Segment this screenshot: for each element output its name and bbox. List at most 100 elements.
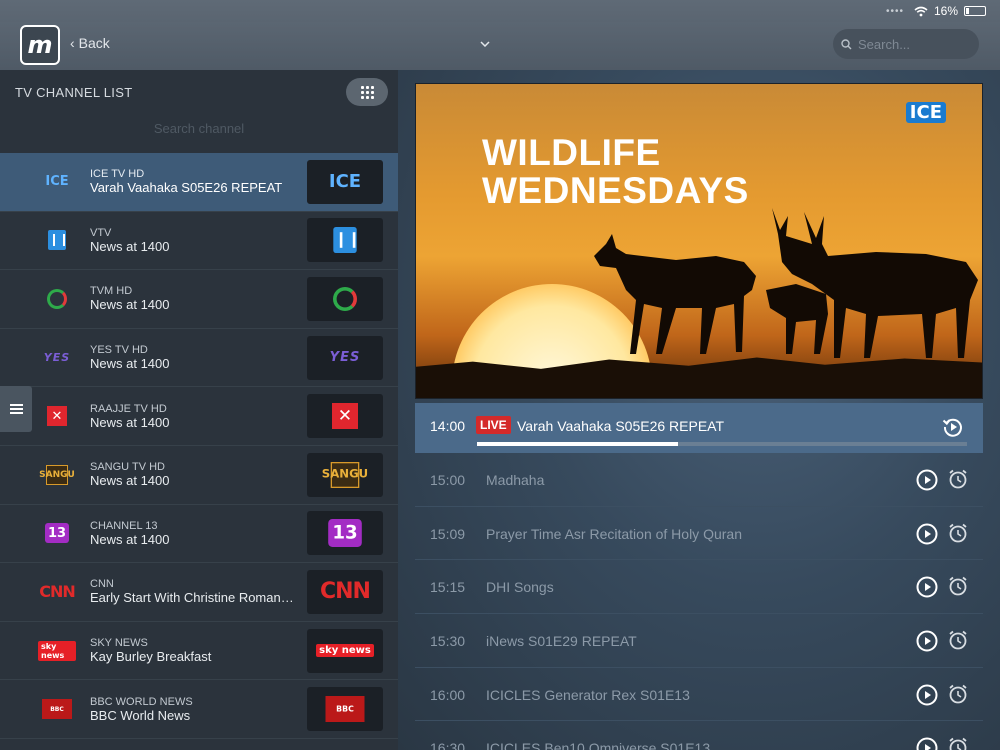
channel-program: Kay Burley Breakfast bbox=[90, 649, 212, 665]
channel-thumbnail[interactable]: sky news bbox=[307, 628, 383, 673]
alarm-icon[interactable] bbox=[947, 522, 969, 549]
cnn-logo: CNN bbox=[39, 582, 76, 602]
channel-thumbnail[interactable]: 13 bbox=[307, 511, 383, 556]
menu-toggle-button[interactable] bbox=[0, 386, 32, 432]
play-icon[interactable] bbox=[916, 469, 938, 496]
play-icon[interactable] bbox=[916, 737, 938, 750]
alarm-icon[interactable] bbox=[947, 736, 969, 750]
channel-logo-small: YES bbox=[38, 347, 76, 369]
channel-row[interactable]: ✕ RAAJJE TV HD News at 1400 ✕ bbox=[0, 387, 398, 446]
channel-row[interactable]: sky news SKY NEWS Kay Burley Breakfast sky … bbox=[0, 622, 398, 681]
channel-info: VTV News at 1400 bbox=[90, 227, 300, 254]
hamburger-icon bbox=[9, 402, 23, 416]
channel-row[interactable]: ICE ICE TV HD Varah Vaahaka S05E26 REPEAT I… bbox=[0, 153, 398, 212]
schedule-time: 15:00 bbox=[430, 472, 466, 488]
live-badge: LIVE bbox=[476, 416, 511, 434]
top-bar: m ‹ Back Search... bbox=[0, 22, 1000, 70]
alarm-icon[interactable] bbox=[947, 575, 969, 602]
play-icon[interactable] bbox=[916, 576, 938, 603]
channel-list: ICE ICE TV HD Varah Vaahaka S05E26 REPEAT I… bbox=[0, 153, 398, 739]
play-icon[interactable] bbox=[916, 684, 938, 711]
channel-name: CNN bbox=[90, 578, 114, 591]
channel-thumbnail[interactable]: SANGU bbox=[307, 452, 383, 497]
schedule-time: 16:30 bbox=[430, 740, 466, 750]
schedule-row[interactable]: 15:00 Madhaha bbox=[415, 453, 983, 507]
vtv-logo bbox=[48, 230, 66, 251]
search-placeholder: Search... bbox=[858, 36, 911, 52]
channel-logo-small: ICE bbox=[38, 171, 76, 193]
schedule-list: 15:00 Madhaha 15:09 Prayer Time Asr Recitat… bbox=[415, 453, 983, 750]
panel-title: TV CHANNEL LIST bbox=[15, 84, 133, 100]
now-playing-row[interactable]: 14:00 LIVE Varah Vaahaka S05E26 REPEAT bbox=[415, 403, 983, 453]
channel-info: SANGU TV HD News at 1400 bbox=[90, 461, 300, 488]
restart-icon[interactable] bbox=[942, 416, 964, 443]
back-button[interactable]: ‹ Back bbox=[70, 35, 110, 51]
channel-name: ICE TV HD bbox=[90, 168, 145, 181]
bbc-world-news-logo: BBC bbox=[42, 699, 72, 720]
channel-program: News at 1400 bbox=[90, 297, 170, 313]
program-panel: WILDLIFE WEDNESDAYS ICE 14:00 LIVE Varah… bbox=[398, 70, 1000, 750]
play-icon[interactable] bbox=[916, 630, 938, 657]
channel-row[interactable]: 13 CHANNEL 13 News at 1400 13 bbox=[0, 505, 398, 564]
chevron-down-icon[interactable] bbox=[480, 36, 490, 50]
video-player[interactable]: WILDLIFE WEDNESDAYS ICE bbox=[415, 83, 983, 399]
channel-row[interactable]: SANGU SANGU TV HD News at 1400 SANGU bbox=[0, 446, 398, 505]
channel-name: VTV bbox=[90, 226, 112, 239]
schedule-time: 15:30 bbox=[430, 633, 466, 650]
channel-program: News at 1400 bbox=[90, 473, 170, 489]
vtv-logo bbox=[333, 227, 357, 254]
channel-program: BBC World News bbox=[90, 707, 191, 723]
schedule-time: 15:15 bbox=[430, 579, 466, 596]
battery-icon bbox=[964, 6, 986, 16]
play-icon[interactable] bbox=[916, 523, 938, 550]
search-input[interactable]: Search... bbox=[833, 29, 979, 59]
channel-program: News at 1400 bbox=[90, 238, 170, 254]
channel-thumbnail[interactable]: ICE bbox=[307, 159, 383, 204]
channel-row[interactable]: TVM HD News at 1400 bbox=[0, 270, 398, 329]
schedule-row[interactable]: 15:09 Prayer Time Asr Recitation of Holy … bbox=[415, 507, 983, 561]
channel-program: News at 1400 bbox=[90, 356, 170, 372]
channel-logo-small: BBC bbox=[38, 698, 76, 720]
search-channel-input[interactable]: Search channel bbox=[0, 114, 398, 152]
chevron-left-icon: ‹ bbox=[70, 35, 75, 51]
schedule-title: ICICLES Generator Rex S01E13 bbox=[486, 686, 690, 703]
schedule-row[interactable]: 16:00 ICICLES Generator Rex S01E13 bbox=[415, 668, 983, 722]
channel-info: CHANNEL 13 News at 1400 bbox=[90, 520, 300, 547]
channel-panel: TV CHANNEL LIST Search channel ICE ICE TV… bbox=[0, 70, 398, 750]
channel-row[interactable]: YES YES TV HD News at 1400 YES bbox=[0, 329, 398, 388]
channel-name: RAAJJE TV HD bbox=[90, 402, 167, 415]
channel-row[interactable]: VTV News at 1400 bbox=[0, 212, 398, 271]
channel-thumbnail[interactable]: ✕ bbox=[307, 394, 383, 439]
alarm-icon[interactable] bbox=[947, 468, 969, 495]
channel-row[interactable]: CNN CNN Early Start With Christine Romans … bbox=[0, 563, 398, 622]
raajje-tv-logo: ✕ bbox=[47, 406, 67, 427]
schedule-title: DHI Songs bbox=[486, 579, 554, 596]
alarm-icon[interactable] bbox=[947, 683, 969, 710]
channel-thumbnail[interactable]: YES bbox=[307, 335, 383, 380]
sangu-tv-logo: SANGU bbox=[39, 464, 75, 485]
channel-thumbnail[interactable] bbox=[307, 276, 383, 321]
channel-watermark: ICE bbox=[905, 102, 946, 123]
channel-logo-small: CNN bbox=[38, 581, 76, 603]
channel-thumbnail[interactable]: CNN bbox=[307, 569, 383, 614]
schedule-row[interactable]: 16:30 ICICLES Ben10 Omniverse S01E13 bbox=[415, 721, 983, 750]
channel-row[interactable]: BBC BBC WORLD NEWS BBC World News BBC bbox=[0, 680, 398, 739]
channel-info: RAAJJE TV HD News at 1400 bbox=[90, 403, 300, 430]
channel-program: Varah Vaahaka S05E26 REPEAT bbox=[90, 180, 283, 196]
channel-info: BBC WORLD NEWS BBC World News bbox=[90, 696, 300, 723]
alarm-icon[interactable] bbox=[947, 629, 969, 656]
channel-thumbnail[interactable] bbox=[307, 218, 383, 263]
schedule-row[interactable]: 15:15 DHI Songs bbox=[415, 560, 983, 615]
channel-logo-small: SANGU bbox=[38, 464, 76, 486]
schedule-title: Prayer Time Asr Recitation of Holy Quran bbox=[486, 525, 742, 542]
channel-thumbnail[interactable]: BBC bbox=[307, 687, 383, 732]
back-label: Back bbox=[78, 35, 110, 51]
schedule-row[interactable]: 15:30 iNews S01E29 REPEAT bbox=[415, 614, 983, 668]
schedule-time: 15:09 bbox=[430, 525, 466, 542]
now-playing-title: Varah Vaahaka S05E26 REPEAT bbox=[517, 418, 725, 434]
progress-fill bbox=[477, 442, 678, 446]
schedule-title: iNews S01E29 REPEAT bbox=[486, 633, 637, 650]
grid-view-button[interactable] bbox=[346, 78, 388, 106]
app-logo[interactable]: m bbox=[20, 25, 60, 65]
channel-13-logo: 13 bbox=[45, 523, 69, 544]
